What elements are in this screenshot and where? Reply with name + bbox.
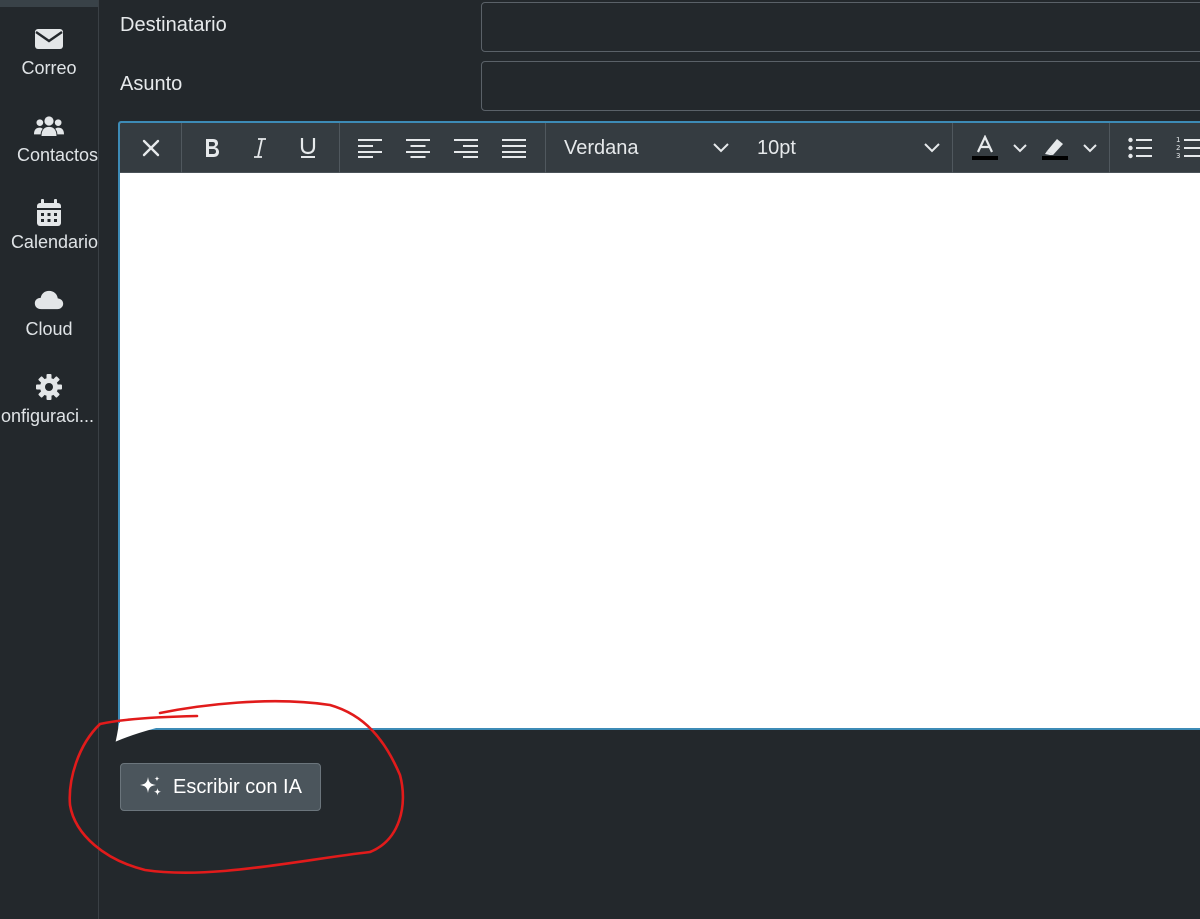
underline-button[interactable]	[284, 123, 332, 173]
toolbar-group-clear	[120, 123, 182, 173]
toolbar-group-lists: 123	[1110, 123, 1200, 173]
text-color-icon	[972, 135, 998, 160]
sidebar-item-configuracion[interactable]: onfiguraci...	[0, 372, 98, 452]
highlight-color-button[interactable]	[1037, 123, 1073, 173]
svg-text:3: 3	[1176, 152, 1180, 160]
recipient-input[interactable]	[481, 2, 1200, 52]
chevron-down-icon	[1083, 143, 1097, 152]
align-right-button[interactable]	[442, 123, 490, 173]
text-color-dropdown[interactable]	[1007, 123, 1033, 173]
underline-icon	[300, 138, 316, 158]
clear-format-button[interactable]	[127, 123, 175, 173]
editor-content-area[interactable]	[120, 173, 1200, 728]
sidebar-item-contactos[interactable]: Contactos	[0, 111, 98, 191]
write-with-ai-button[interactable]: Escribir con IA	[120, 763, 321, 811]
align-right-icon	[454, 139, 478, 158]
align-left-button[interactable]	[346, 123, 394, 173]
sidebar-item-correo[interactable]: Correo	[0, 24, 98, 104]
sidebar-item-label: Cloud	[25, 319, 73, 339]
editor-toolbar: Verdana 10pt 1 2 3	[120, 123, 1200, 173]
subject-input[interactable]	[481, 61, 1200, 111]
font-family-value: Verdana	[564, 136, 639, 159]
text-color-button[interactable]	[967, 123, 1003, 173]
align-justify-icon	[502, 139, 526, 158]
chevron-down-icon	[713, 143, 729, 153]
cloud-icon	[34, 285, 64, 315]
calendar-icon	[34, 198, 64, 228]
numbered-list-button[interactable]: 123	[1164, 123, 1200, 173]
sidebar-item-cloud[interactable]: Cloud	[0, 285, 98, 365]
svg-text:2: 2	[1176, 144, 1180, 152]
chevron-down-icon	[924, 143, 940, 153]
recipient-label: Destinatario	[120, 14, 227, 36]
numbered-list-icon: 123	[1176, 136, 1200, 160]
toolbar-group-size: 10pt	[741, 123, 953, 173]
sidebar-active-indicator	[0, 0, 98, 7]
chevron-down-icon	[1013, 143, 1027, 152]
font-size-select[interactable]: 10pt	[741, 123, 952, 173]
envelope-icon	[34, 24, 64, 54]
rich-text-editor: Verdana 10pt 1 2 3	[118, 121, 1200, 730]
subject-label: Asunto	[120, 73, 183, 95]
align-justify-button[interactable]	[490, 123, 538, 173]
sidebar-item-label: onfiguraci...	[0, 406, 94, 426]
gear-icon	[34, 372, 64, 402]
sidebar-item-label: Calendario	[10, 232, 98, 252]
svg-text:1: 1	[1176, 136, 1180, 144]
sidebar-item-calendario[interactable]: Calendario	[0, 198, 98, 278]
sparkle-icon	[140, 776, 162, 796]
bullet-list-icon	[1128, 137, 1152, 159]
align-center-button[interactable]	[394, 123, 442, 173]
toolbar-group-color	[953, 123, 1110, 173]
italic-icon	[254, 138, 266, 158]
align-center-icon	[406, 139, 430, 158]
toolbar-group-font: Verdana	[546, 123, 741, 173]
font-size-value: 10pt	[757, 136, 796, 159]
close-icon	[142, 139, 159, 157]
toolbar-group-style	[182, 123, 340, 173]
sidebar: Correo Contactos Calendario Cloud onfigu…	[0, 0, 99, 919]
font-family-select[interactable]: Verdana	[546, 123, 741, 173]
sidebar-item-label: Correo	[21, 58, 77, 78]
highlight-color-dropdown[interactable]	[1077, 123, 1103, 173]
sidebar-item-label: Contactos	[16, 145, 98, 165]
bold-icon	[206, 139, 219, 157]
toolbar-group-align	[340, 123, 546, 173]
bold-button[interactable]	[188, 123, 236, 173]
italic-button[interactable]	[236, 123, 284, 173]
align-left-icon	[358, 139, 382, 158]
write-with-ai-label: Escribir con IA	[173, 775, 302, 798]
users-icon	[34, 111, 64, 141]
bullet-list-button[interactable]	[1116, 123, 1164, 173]
highlighter-icon	[1042, 139, 1068, 160]
